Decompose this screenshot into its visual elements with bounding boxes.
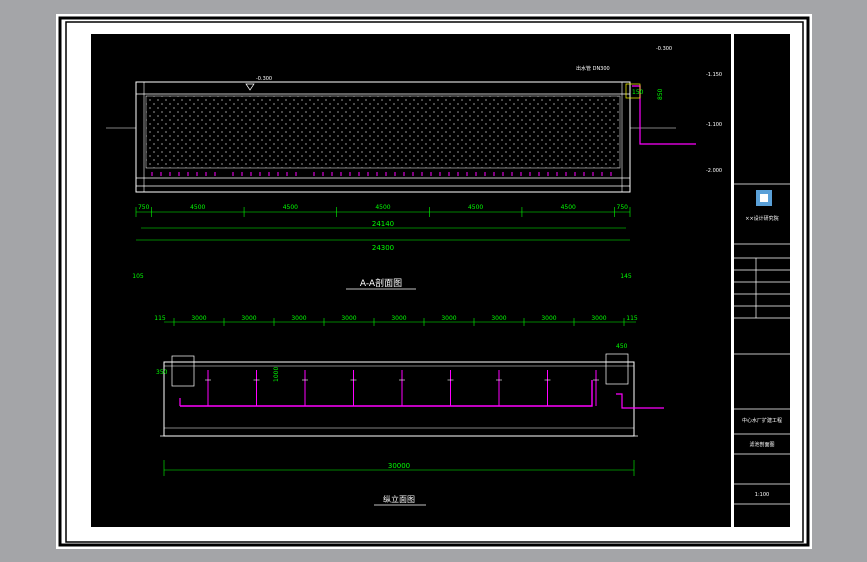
water-top-level: -0.300 [256,76,272,82]
lower-dim-label: 3000 [241,315,256,322]
section-a-a-title: A-A剖面图 [360,277,402,289]
upper-dim-label: 4500 [468,204,483,211]
title-drawing: 滤池剖面图 [749,441,774,448]
vertical-dim-right2: 150 [632,89,644,96]
upper-dim-label: 4500 [190,204,205,211]
title-project: 中心水厂扩建工程 [742,417,782,424]
left-edge-dim: 105 [132,273,144,280]
cad-drawing: ××设计研究院 中心水厂扩建工程 滤池剖面图 1:100 -0.300 出水管 [58,16,810,547]
right-level-3: -2.000 [706,168,722,174]
logo-mark [756,190,772,206]
left-height-dim: 350 [156,369,168,376]
vertical-dim-right: 850 [657,88,664,100]
filter-media [145,95,621,169]
upper-dim-label: 4500 [283,204,298,211]
lower-dim-label: 3000 [441,315,456,322]
edge-left-dim: 115 [154,315,166,322]
edge-right-dim: 115 [626,315,638,322]
title-company: ××设计研究院 [745,215,778,222]
upper-dim-label: 750 [138,204,150,211]
drawing-sheet: ××设计研究院 中心水厂扩建工程 滤池剖面图 1:100 -0.300 出水管 [56,14,812,549]
lower-dim-label: 3000 [491,315,506,322]
title-scale: 1:100 [755,492,769,498]
right-edge-dim: 145 [620,273,632,280]
lower-dim-label: 3000 [591,315,606,322]
center-height-dim: 1000 [273,367,280,382]
upper-dim-label: 4500 [375,204,390,211]
title-block [734,34,790,527]
side-note: 出水管 DN300 [576,65,610,72]
total-length-dim: 30000 [388,462,410,470]
right-top-level: -0.300 [656,46,672,52]
lower-dim-label: 3000 [391,315,406,322]
plan-title: 纵立面图 [383,494,415,504]
upper-dim-label: 4500 [561,204,576,211]
lower-dim-label: 3000 [291,315,306,322]
total-outer-dim: 24300 [372,244,394,252]
total-inner-dim: 24140 [372,220,394,228]
right-level-1: -1.150 [706,72,722,78]
right-level-2: -1.100 [706,122,722,128]
right-top-dim: 450 [616,343,628,350]
lower-dim-label: 3000 [191,315,206,322]
upper-dim-label: 750 [617,204,629,211]
lower-dim-label: 3000 [341,315,356,322]
lower-dim-label: 3000 [541,315,556,322]
